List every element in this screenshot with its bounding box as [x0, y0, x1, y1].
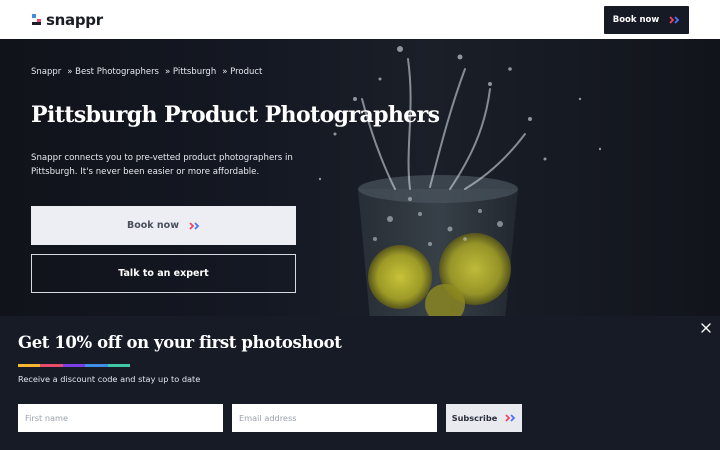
subscribe-label: Subscribe: [451, 413, 498, 423]
breadcrumb-item-product: » Product: [222, 67, 263, 77]
snappr-logo[interactable]: snappr: [32, 11, 103, 29]
close-icon[interactable]: [700, 322, 712, 334]
page-title: Pittsburgh Product Photographers: [31, 102, 440, 128]
subscribe-button[interactable]: Subscribe: [446, 404, 522, 432]
talk-to-expert-label: Talk to an expert: [118, 268, 209, 279]
double-chevron-right-icon: [505, 414, 516, 422]
email-input[interactable]: [232, 404, 437, 432]
header-book-now-label: Book now: [612, 15, 660, 25]
hero-description: Snappr connects you to pre-vetted produc…: [31, 153, 293, 177]
header-book-now-button[interactable]: Book now: [604, 6, 689, 34]
breadcrumb-item-best-photographers[interactable]: » Best Photographers: [67, 67, 159, 77]
logo-mark-icon: [32, 14, 42, 26]
breadcrumb-item-pittsburgh[interactable]: » Pittsburgh: [165, 67, 216, 77]
rainbow-divider: [18, 364, 131, 367]
promo-subtitle: Receive a discount code and stay up to d…: [18, 374, 201, 384]
logo-text: snappr: [46, 11, 103, 29]
double-chevron-right-icon: [189, 221, 200, 230]
talk-to-expert-button[interactable]: Talk to an expert: [31, 254, 296, 293]
site-header: snappr Book now: [0, 0, 720, 39]
hero-book-now-label: Book now: [127, 220, 179, 231]
breadcrumb: Snappr » Best Photographers » Pittsburgh…: [31, 67, 262, 77]
promo-title: Get 10% off on your first photoshoot: [18, 333, 342, 352]
double-chevron-right-icon: [669, 16, 680, 24]
splashing-glass-image: [318, 46, 602, 319]
first-name-input[interactable]: [18, 404, 223, 432]
hero-book-now-button[interactable]: Book now: [31, 206, 296, 245]
breadcrumb-item-snappr[interactable]: Snappr: [31, 67, 61, 77]
